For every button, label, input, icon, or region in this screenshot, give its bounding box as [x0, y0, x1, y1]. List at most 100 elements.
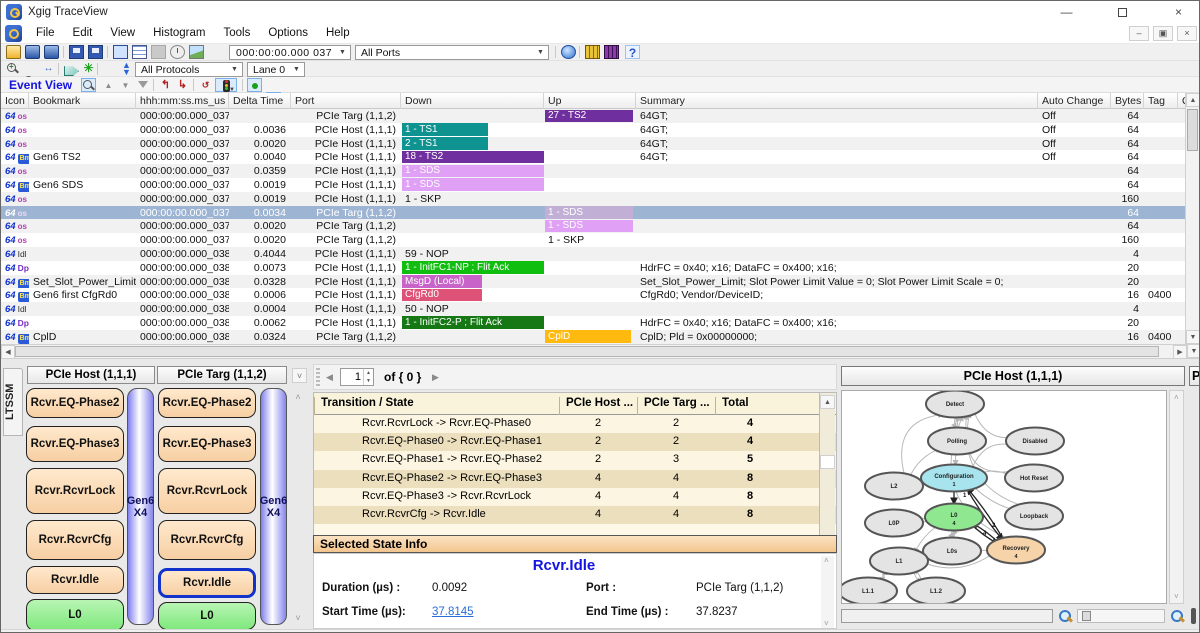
- scroll-right-icon[interactable]: ▶: [1173, 345, 1187, 359]
- diagram-zoom-slider[interactable]: [1077, 609, 1165, 623]
- ltssm-scroll-down-icon[interactable]: ˅: [291, 611, 305, 625]
- open-trace-icon[interactable]: [6, 45, 21, 59]
- help-icon[interactable]: ?: [625, 45, 640, 59]
- vertical-scroll-thumb[interactable]: [1187, 109, 1198, 151]
- tag-icon[interactable]: [64, 62, 79, 76]
- menu-edit[interactable]: Edit: [64, 24, 102, 44]
- zoom-fit-icon[interactable]: ↔: [41, 62, 56, 76]
- ltssm-collapse-icon[interactable]: ˅: [292, 368, 307, 383]
- open-recent-icon[interactable]: [44, 45, 59, 59]
- ltssm-state-rcvr-eq-phase3[interactable]: Rcvr.EQ-Phase3: [26, 426, 124, 462]
- ltssm-state-diagram[interactable]: Detect Polling Disabled Configuration1 Hot R…: [841, 390, 1167, 604]
- table-view-icon[interactable]: [132, 45, 147, 59]
- state-node-l0[interactable]: L04: [925, 504, 983, 531]
- event-row[interactable]: 64BmCplD000:00:00.000_0380.0324PCIe Targ…: [1, 330, 1187, 344]
- zoom-in-icon[interactable]: +: [6, 62, 19, 75]
- event-row[interactable]: 64os000:00:00.000_0370.0020PCIe Targ (1,…: [1, 233, 1187, 247]
- mdi-close-button[interactable]: ×: [1177, 26, 1197, 41]
- event-row[interactable]: 64os000:00:00.000_037PCIe Targ (1,1,2)27…: [1, 109, 1187, 123]
- decode-green-icon[interactable]: [247, 78, 262, 92]
- ports-dropdown-icon[interactable]: ▼: [534, 47, 547, 58]
- column-pcie-targ[interactable]: PCIe Targ ...: [637, 397, 715, 415]
- event-row[interactable]: 64BmGen6 TS2000:00:00.000_0370.0040PCIe …: [1, 150, 1187, 164]
- event-grid-horizontal-scrollbar[interactable]: ◀ ▶: [1, 344, 1187, 358]
- ltssm-state-rcvr-idle[interactable]: Rcvr.Idle: [158, 568, 256, 598]
- timer-icon[interactable]: [170, 45, 185, 59]
- event-row[interactable]: 64Idl000:00:00.000_0380.4044PCIe Host (1…: [1, 247, 1187, 261]
- event-row[interactable]: 64Idl000:00:00.000_0380.0004PCIe Host (1…: [1, 302, 1187, 316]
- event-row[interactable]: 64os000:00:00.000_0370.0020PCIe Targ (1,…: [1, 219, 1187, 233]
- ltssm-state-l0[interactable]: L0: [26, 599, 124, 631]
- page-spinner[interactable]: 1 ▲▼: [340, 368, 374, 386]
- ltssm-targ-header[interactable]: PCIe Targ (1,1,2): [157, 366, 287, 384]
- info-icon[interactable]: [561, 45, 576, 59]
- ltssm-scroll-up-icon[interactable]: ˄: [291, 390, 305, 404]
- scroll-up-icon[interactable]: ▲: [1186, 93, 1200, 107]
- filter-icon[interactable]: [135, 78, 150, 92]
- state-node-l1[interactable]: L1: [870, 548, 928, 575]
- state-node-config[interactable]: Configuration1: [921, 465, 987, 492]
- time-field[interactable]: 000:00:00.000 037 ▼: [229, 45, 351, 60]
- state-node-detect[interactable]: Detect: [926, 391, 984, 418]
- lane-dropdown-icon[interactable]: ▼: [290, 64, 303, 75]
- time-dropdown-icon[interactable]: ▼: [336, 47, 349, 58]
- state-node-disabled[interactable]: Disabled: [1006, 428, 1064, 455]
- jump-back-icon[interactable]: ↰: [158, 78, 173, 92]
- diagram-horizontal-scrollbar[interactable]: [841, 609, 1053, 623]
- transition-row[interactable]: Rcvr.RcvrCfg -> Rcvr.Idle448: [314, 506, 836, 524]
- menu-histogram[interactable]: Histogram: [144, 24, 214, 44]
- marker-icon[interactable]: ✳: [81, 62, 96, 76]
- scroll-left-icon[interactable]: ◀: [1, 345, 15, 359]
- event-row[interactable]: 64BmSet_Slot_Power_Limit000:00:00.000_03…: [1, 275, 1187, 289]
- save-icon[interactable]: [69, 45, 84, 59]
- column-pcie-host[interactable]: PCIe Host ...: [559, 397, 637, 415]
- ltssm-state-rcvr-eq-phase2[interactable]: Rcvr.EQ-Phase2: [158, 388, 256, 418]
- column-header-summary[interactable]: Summary: [636, 93, 1038, 109]
- state-node-polling[interactable]: Polling: [928, 428, 986, 455]
- event-row[interactable]: 64Dp000:00:00.000_0380.0073PCIe Host (1,…: [1, 261, 1187, 275]
- menu-help[interactable]: Help: [317, 24, 359, 44]
- column-transition-state[interactable]: Transition / State: [314, 397, 414, 415]
- column-header-up[interactable]: Up: [544, 93, 636, 109]
- menu-view[interactable]: View: [101, 24, 144, 44]
- page-prev-icon[interactable]: ◀: [326, 372, 333, 383]
- state-node-l0s[interactable]: L0s: [923, 538, 981, 565]
- ltssm-state-l0[interactable]: L0: [158, 602, 256, 630]
- scroll-down-icon[interactable]: ▼: [1186, 330, 1200, 344]
- spinner-arrows-icon[interactable]: ▲▼: [363, 369, 373, 385]
- state-node-l2[interactable]: L2: [865, 473, 923, 500]
- capture-view-icon[interactable]: [113, 45, 128, 59]
- diagram-zoom-in-icon[interactable]: [1169, 608, 1185, 624]
- close-button[interactable]: ×: [1156, 1, 1200, 24]
- ltssm-tab[interactable]: LTSSM: [3, 368, 23, 436]
- transition-row[interactable]: Rcvr.RcvrLock -> Rcvr.EQ-Phase0224: [314, 415, 836, 433]
- mdi-minimize-button[interactable]: –: [1129, 26, 1149, 41]
- diagram-zoom-out-icon[interactable]: [1057, 608, 1073, 624]
- column-header-hhh-mm-ss-ms-us[interactable]: hhh:mm:ss.ms_us: [136, 93, 229, 109]
- traffic-light-icon[interactable]: ▼: [215, 78, 237, 92]
- column-header-auto-change[interactable]: Auto Change: [1038, 93, 1111, 109]
- state-node-hotreset[interactable]: Hot Reset: [1005, 465, 1063, 492]
- ltssm-state-rcvr-rcvrlock[interactable]: Rcvr.RcvrLock: [158, 468, 256, 514]
- column-header-tag[interactable]: Tag: [1144, 93, 1178, 109]
- event-grid-vertical-scrollbar[interactable]: ▲ ▼: [1185, 93, 1199, 344]
- event-row[interactable]: 64os000:00:00.000_0370.0036PCIe Host (1,…: [1, 123, 1187, 137]
- state-node-recovery[interactable]: Recovery4: [987, 537, 1045, 564]
- event-row[interactable]: 64BmGen6 SDS000:00:00.000_0370.0019PCIe …: [1, 178, 1187, 192]
- spectrum-icon[interactable]: [604, 45, 619, 59]
- horizontal-scroll-thumb[interactable]: [15, 346, 1159, 357]
- transition-row[interactable]: Rcvr.EQ-Phase3 -> Rcvr.RcvrLock448: [314, 488, 836, 506]
- column-header-port[interactable]: Port: [291, 93, 401, 109]
- state-info-scrollbar[interactable]: ˄ ˅: [821, 556, 834, 628]
- color-map-icon[interactable]: [585, 45, 600, 59]
- menu-file[interactable]: File: [27, 24, 64, 44]
- mdi-restore-button[interactable]: ▣: [1153, 26, 1173, 41]
- transition-row[interactable]: Rcvr.EQ-Phase2 -> Rcvr.EQ-Phase3448: [314, 470, 836, 488]
- column-header-bookmark[interactable]: Bookmark: [29, 93, 136, 109]
- state-node-l11[interactable]: L1.1: [842, 578, 897, 604]
- open-workspace-icon[interactable]: [25, 45, 40, 59]
- scroll-up-icon[interactable]: ▲: [820, 395, 835, 409]
- event-row[interactable]: 64BmGen6 first CfgRd0000:00:00.000_0380.…: [1, 288, 1187, 302]
- minimize-button[interactable]: —: [1044, 1, 1089, 24]
- protocols-dropdown-icon[interactable]: ▼: [228, 64, 241, 75]
